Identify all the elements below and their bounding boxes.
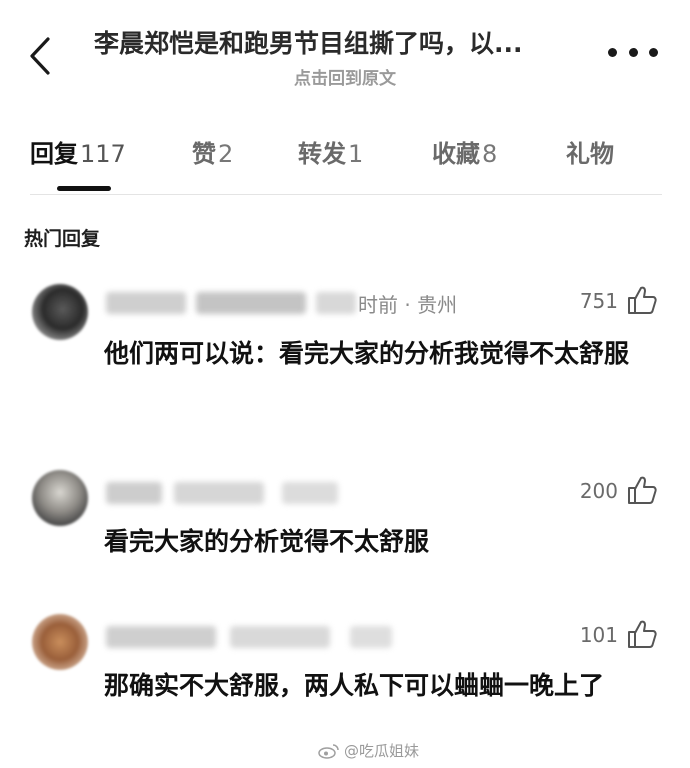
tab-divider bbox=[30, 194, 662, 195]
tab-gifts[interactable]: 礼物 bbox=[566, 134, 616, 169]
watermark: @吃瓜姐妹 bbox=[318, 740, 419, 761]
comment-text: 他们两可以说：看完大家的分析我觉得不太舒服 bbox=[104, 339, 630, 368]
tab-replies[interactable]: 回复117 bbox=[30, 134, 126, 169]
comment-meta-blurred bbox=[350, 626, 392, 648]
comment-text: 那确实不大舒服，两人私下可以蛐蛐一晚上了 bbox=[104, 671, 605, 700]
tab-count: 8 bbox=[482, 140, 498, 168]
tab-label: 转发 bbox=[298, 140, 346, 168]
tab-label: 赞 bbox=[192, 140, 216, 168]
tab-bar: 回复117 赞2 转发1 收藏8 礼物 bbox=[30, 134, 670, 184]
weibo-logo-icon bbox=[318, 743, 339, 759]
thumb-up-icon[interactable] bbox=[626, 284, 658, 316]
avatar[interactable] bbox=[32, 284, 88, 340]
avatar[interactable] bbox=[32, 614, 88, 670]
username-blurred bbox=[196, 292, 306, 314]
username-blurred bbox=[106, 292, 186, 314]
like-count: 200 bbox=[579, 479, 618, 503]
timestamp-blurred bbox=[316, 292, 356, 314]
like-count: 751 bbox=[579, 289, 618, 313]
back-to-original-link[interactable]: 点击回到原文 bbox=[0, 64, 690, 89]
tab-favorites[interactable]: 收藏8 bbox=[432, 134, 497, 169]
tab-label: 回复 bbox=[30, 140, 78, 168]
comment-text: 看完大家的分析觉得不太舒服 bbox=[104, 527, 430, 556]
username-blurred bbox=[106, 626, 216, 648]
post-title: 李晨郑恺是和跑男节目组撕了吗，以... bbox=[94, 29, 523, 58]
comment-meta-blurred bbox=[282, 482, 338, 504]
hot-replies-heading: 热门回复 bbox=[24, 228, 101, 250]
username-blurred bbox=[230, 626, 330, 648]
tab-count: 117 bbox=[80, 140, 126, 168]
tab-label: 收藏 bbox=[432, 140, 480, 168]
tab-label: 礼物 bbox=[566, 140, 614, 168]
avatar[interactable] bbox=[32, 470, 88, 526]
tab-count: 2 bbox=[218, 140, 234, 168]
username-blurred bbox=[106, 482, 162, 504]
comment-meta: 时前 · 贵州 bbox=[358, 293, 458, 317]
watermark-text: @吃瓜姐妹 bbox=[344, 742, 420, 760]
thumb-up-icon[interactable] bbox=[626, 618, 658, 650]
like-count: 101 bbox=[579, 623, 618, 647]
thumb-up-icon[interactable] bbox=[626, 474, 658, 506]
username-blurred bbox=[174, 482, 264, 504]
tab-likes[interactable]: 赞2 bbox=[192, 134, 233, 169]
tab-count: 1 bbox=[348, 140, 364, 168]
tab-reposts[interactable]: 转发1 bbox=[298, 134, 363, 169]
active-tab-indicator bbox=[57, 186, 111, 191]
more-dots-icon[interactable] bbox=[608, 45, 658, 59]
